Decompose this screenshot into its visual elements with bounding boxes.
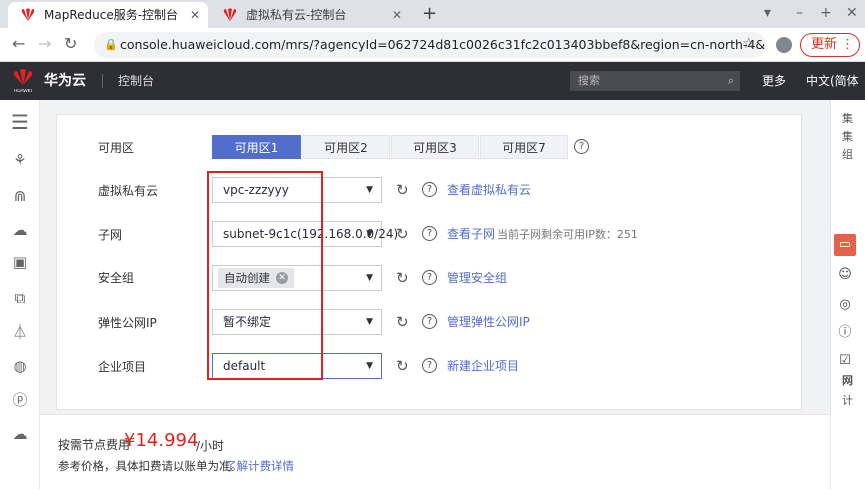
more-menu[interactable]: 更多	[762, 62, 786, 100]
price-label: 按需节点费用	[58, 438, 131, 452]
new-tab-button[interactable]: +	[422, 2, 437, 26]
smile-icon[interactable]: ☺	[834, 264, 856, 286]
close-window-button[interactable]: ✕	[846, 4, 858, 22]
right-panel-text: 组	[842, 148, 853, 161]
browser-tab-strip: MapReduce服务-控制台 ✕ 虚拟私有云-控制台 ✕ + ▾ – + ✕	[0, 0, 865, 28]
manage-sg-link[interactable]: 管理安全组	[447, 270, 507, 286]
tab-title: MapReduce服务-控制台	[44, 8, 179, 22]
az-option-7[interactable]: 可用区7	[480, 135, 568, 159]
update-button[interactable]: 更新 ⋮	[800, 33, 860, 57]
new-ep-link[interactable]: 新建企业项目	[447, 358, 519, 374]
help-circle-icon[interactable]: ⓘ	[834, 322, 856, 344]
checklist-icon[interactable]: ☑	[834, 350, 856, 372]
console-header: HUAWEI 华为云 控制台 搜索 ⌕ 更多 中文(简体	[0, 62, 865, 100]
service-sidebar: ☰ ⚘ ⋒ ☁ ▣ ⧉ ⏃ ◍ ⓟ ☁	[0, 100, 40, 489]
ip-icon[interactable]: ⓟ	[10, 390, 30, 410]
chevron-down-icon: ▼	[366, 273, 373, 283]
close-tab-icon[interactable]: ✕	[190, 2, 200, 28]
huawei-logo-icon[interactable]: HUAWEI	[10, 68, 36, 94]
az-option-1[interactable]: 可用区1	[212, 135, 301, 159]
highlight-box	[207, 171, 323, 380]
right-panel-text: 网	[842, 374, 853, 387]
ep-help-icon[interactable]: ?	[422, 358, 437, 373]
huawei-logo-icon	[21, 8, 35, 21]
eip-refresh-icon[interactable]: ↻	[396, 314, 409, 330]
tab-search-icon[interactable]: ▾	[764, 4, 771, 22]
tab-mapreduce[interactable]: MapReduce服务-控制台 ✕	[8, 2, 208, 28]
reload-icon[interactable]: ↻	[64, 34, 77, 54]
update-label: 更新	[811, 37, 838, 52]
ep-refresh-icon[interactable]: ↻	[396, 358, 409, 374]
service-icon[interactable]: ◎	[834, 294, 856, 316]
tab-vpc[interactable]: 虚拟私有云-控制台 ✕	[210, 2, 410, 28]
search-placeholder: 搜索	[578, 74, 600, 87]
forward-icon[interactable]: →	[38, 34, 51, 54]
console-link[interactable]: 控制台	[118, 62, 154, 100]
sg-refresh-icon[interactable]: ↻	[396, 270, 409, 286]
subnet-refresh-icon[interactable]: ↻	[396, 226, 409, 242]
brand-name[interactable]: 华为云	[44, 62, 86, 100]
huawei-logo-icon	[223, 8, 237, 21]
browser-toolbar: ← → ↻ 🔒 console.huaweicloud.com/mrs/?age…	[0, 28, 865, 62]
price-value: ¥14.994	[124, 430, 199, 451]
close-tab-icon[interactable]: ✕	[392, 2, 402, 28]
price-unit: /小时	[196, 439, 225, 453]
subnet-ip-hint: 当前子网剩余可用IP数：251	[497, 228, 638, 241]
instance-icon[interactable]: ▣	[10, 252, 30, 272]
cluster-icon[interactable]: ⚘	[10, 150, 30, 170]
price-note: 参考价格，具体扣费请以账单为准。	[58, 459, 242, 473]
az-option-2[interactable]: 可用区2	[302, 135, 390, 159]
profile-avatar[interactable]	[776, 37, 792, 53]
svg-text:HUAWEI: HUAWEI	[14, 88, 32, 93]
chevron-down-icon: ▼	[366, 229, 373, 239]
az-help-icon[interactable]: ?	[574, 139, 589, 154]
vpc-label: 虚拟私有云	[98, 184, 159, 198]
lock-icon: 🔒	[104, 38, 118, 51]
address-bar[interactable]: 🔒 console.huaweicloud.com/mrs/?agencyId=…	[94, 32, 766, 58]
ep-label: 企业项目	[98, 360, 147, 374]
menu-icon[interactable]: ☰	[10, 112, 30, 132]
right-panel-text: 集	[842, 112, 853, 125]
right-panel-text: 集	[842, 130, 853, 143]
eip-label: 弹性公网IP	[98, 316, 157, 330]
cloud-icon[interactable]: ☁	[10, 424, 30, 444]
right-panel-text: 计	[842, 394, 853, 407]
language-selector[interactable]: 中文(简体	[806, 62, 859, 100]
cloud-service-icon[interactable]: ☁	[10, 220, 30, 240]
back-icon[interactable]: ←	[12, 34, 25, 54]
tab-title: 虚拟私有云-控制台	[246, 8, 347, 22]
header-search-input[interactable]: 搜索 ⌕	[570, 71, 740, 91]
sg-help-icon[interactable]: ?	[422, 270, 437, 285]
vpc-refresh-icon[interactable]: ↻	[396, 182, 409, 198]
mapreduce-icon[interactable]: ⋒	[10, 186, 30, 206]
view-vpc-link[interactable]: 查看虚拟私有云	[447, 182, 531, 198]
view-subnet-link[interactable]: 查看子网	[447, 226, 495, 242]
subnet-help-icon[interactable]: ?	[422, 226, 437, 241]
price-bar	[40, 414, 830, 489]
vpc-help-icon[interactable]: ?	[422, 182, 437, 197]
chevron-down-icon: ▼	[366, 185, 373, 195]
network-icon[interactable]: ⏃	[10, 322, 30, 342]
minimize-button[interactable]: –	[796, 4, 803, 22]
subnet-label: 子网	[98, 228, 123, 242]
search-icon[interactable]: ⌕	[728, 71, 734, 91]
storage-icon[interactable]: ⧉	[10, 288, 30, 308]
eip-help-icon[interactable]: ?	[422, 314, 437, 329]
header-divider	[102, 74, 103, 88]
bookmark-star-icon[interactable]: ☆	[742, 34, 755, 52]
feedback-icon[interactable]: ▭	[834, 234, 856, 256]
manage-eip-link[interactable]: 管理弹性公网IP	[447, 314, 530, 330]
az-label: 可用区	[98, 141, 135, 155]
chevron-down-icon: ▼	[366, 317, 373, 327]
globe-icon[interactable]: ◍	[10, 356, 30, 376]
az-option-3[interactable]: 可用区3	[391, 135, 479, 159]
billing-details-link[interactable]: 了解计费详情	[225, 458, 294, 474]
sg-label: 安全组	[98, 271, 135, 285]
chevron-down-icon: ▼	[366, 361, 373, 371]
url-text: console.huaweicloud.com/mrs/?agencyId=06…	[120, 37, 766, 52]
maximize-button[interactable]: +	[820, 4, 832, 22]
